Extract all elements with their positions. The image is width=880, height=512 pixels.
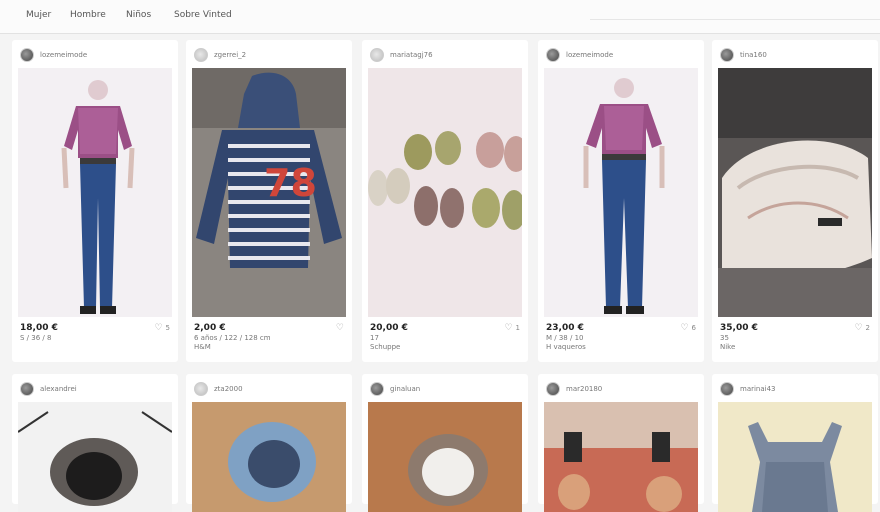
listing-photo[interactable]: 78 xyxy=(192,68,346,317)
avatar[interactable] xyxy=(20,48,34,62)
listing-user[interactable]: alexandrei xyxy=(20,381,77,397)
top-navigation: Mujer Hombre Niños Sobre Vinted xyxy=(0,0,880,34)
listing-photo[interactable] xyxy=(368,68,522,317)
listing-photo[interactable] xyxy=(718,402,872,512)
username[interactable]: tina160 xyxy=(740,51,767,59)
nav-mujer[interactable]: Mujer xyxy=(26,10,51,20)
avatar[interactable] xyxy=(194,382,208,396)
listing-card[interactable]: lozemeimode 18,00 € S / 36 / 8 ♡ 5 xyxy=(12,40,178,362)
favourite-button[interactable]: ♡ 2 xyxy=(854,323,870,333)
listing-photo[interactable] xyxy=(18,402,172,512)
listing-photo[interactable] xyxy=(368,402,522,512)
listing-price: 2,00 € xyxy=(194,323,226,333)
listing-photo[interactable] xyxy=(544,68,698,317)
favourite-button[interactable]: ♡ 6 xyxy=(680,323,696,333)
heart-icon[interactable]: ♡ xyxy=(680,323,688,333)
listing-size: 6 años / 122 / 128 cm xyxy=(194,334,271,342)
listing-card[interactable]: marinai43 xyxy=(712,374,878,512)
listing-user[interactable]: ginaluan xyxy=(370,381,420,397)
username[interactable]: alexandrei xyxy=(40,385,77,393)
listing-price: 20,00 € xyxy=(370,323,408,333)
nav-right-area xyxy=(590,0,880,20)
listing-user[interactable]: mar20180 xyxy=(546,381,602,397)
listing-card[interactable]: lozemeimode 23,00 € M / 38 / 10 H vaquer… xyxy=(538,40,704,362)
listing-card[interactable]: tina160 35,00 € 35 Nike ♡ 2 xyxy=(712,40,878,362)
nav-sobre-vinted[interactable]: Sobre Vinted xyxy=(174,10,232,20)
listing-price: 23,00 € xyxy=(546,323,584,333)
username[interactable]: lozemeimode xyxy=(566,51,613,59)
svg-text:78: 78 xyxy=(264,161,317,205)
avatar[interactable] xyxy=(370,48,384,62)
favourite-count: 2 xyxy=(865,324,870,332)
listing-photo[interactable] xyxy=(718,68,872,317)
listing-photo[interactable] xyxy=(192,402,346,512)
username[interactable]: lozemeimode xyxy=(40,51,87,59)
username[interactable]: zta2000 xyxy=(214,385,243,393)
listing-brand: H&M xyxy=(194,343,211,351)
username[interactable]: marinai43 xyxy=(740,385,776,393)
listing-brand: H vaqueros xyxy=(546,343,586,351)
listing-card[interactable]: mariatagj76 20,00 € 17 Schuppe ♡ 1 xyxy=(362,40,528,362)
listing-size: S / 36 / 8 xyxy=(20,334,52,342)
avatar[interactable] xyxy=(20,382,34,396)
listing-size: 35 xyxy=(720,334,729,342)
listing-user[interactable]: lozemeimode xyxy=(20,47,87,63)
favourite-count: 5 xyxy=(165,324,170,332)
listing-brand: Schuppe xyxy=(370,343,401,351)
username[interactable]: ginaluan xyxy=(390,385,420,393)
listing-user[interactable]: lozemeimode xyxy=(546,47,613,63)
username[interactable]: zgerrei_2 xyxy=(214,51,246,59)
nav-hombre[interactable]: Hombre xyxy=(70,10,106,20)
listing-brand: Nike xyxy=(720,343,736,351)
username[interactable]: mar20180 xyxy=(566,385,602,393)
avatar[interactable] xyxy=(720,48,734,62)
listing-photo[interactable] xyxy=(18,68,172,317)
listing-card[interactable]: zgerrei_2 78 2,00 € 6 años / 122 / 128 c… xyxy=(186,40,352,362)
listing-price: 35,00 € xyxy=(720,323,758,333)
listing-user[interactable]: tina160 xyxy=(720,47,767,63)
avatar[interactable] xyxy=(370,382,384,396)
listing-size: M / 38 / 10 xyxy=(546,334,584,342)
nav-ninos[interactable]: Niños xyxy=(126,10,151,20)
listing-user[interactable]: zgerrei_2 xyxy=(194,47,246,63)
favourite-count: 1 xyxy=(515,324,520,332)
heart-icon[interactable]: ♡ xyxy=(504,323,512,333)
listing-card[interactable]: mar20180 xyxy=(538,374,704,512)
avatar[interactable] xyxy=(194,48,208,62)
avatar[interactable] xyxy=(720,382,734,396)
heart-icon[interactable]: ♡ xyxy=(154,323,162,333)
favourite-button[interactable]: ♡ 5 xyxy=(154,323,170,333)
username[interactable]: mariatagj76 xyxy=(390,51,433,59)
listing-card[interactable]: ginaluan xyxy=(362,374,528,512)
favourite-button[interactable]: ♡ 1 xyxy=(504,323,520,333)
avatar[interactable] xyxy=(546,382,560,396)
listing-user[interactable]: marinai43 xyxy=(720,381,776,397)
listing-user[interactable]: zta2000 xyxy=(194,381,243,397)
avatar[interactable] xyxy=(546,48,560,62)
favourite-button[interactable]: ♡ xyxy=(336,323,344,333)
listing-card[interactable]: alexandrei xyxy=(12,374,178,512)
heart-icon[interactable]: ♡ xyxy=(854,323,862,333)
listing-user[interactable]: mariatagj76 xyxy=(370,47,433,63)
listing-photo[interactable] xyxy=(544,402,698,512)
listing-card[interactable]: zta2000 xyxy=(186,374,352,512)
listing-size: 17 xyxy=(370,334,379,342)
listing-price: 18,00 € xyxy=(20,323,58,333)
heart-icon[interactable]: ♡ xyxy=(336,323,344,333)
favourite-count: 6 xyxy=(691,324,696,332)
